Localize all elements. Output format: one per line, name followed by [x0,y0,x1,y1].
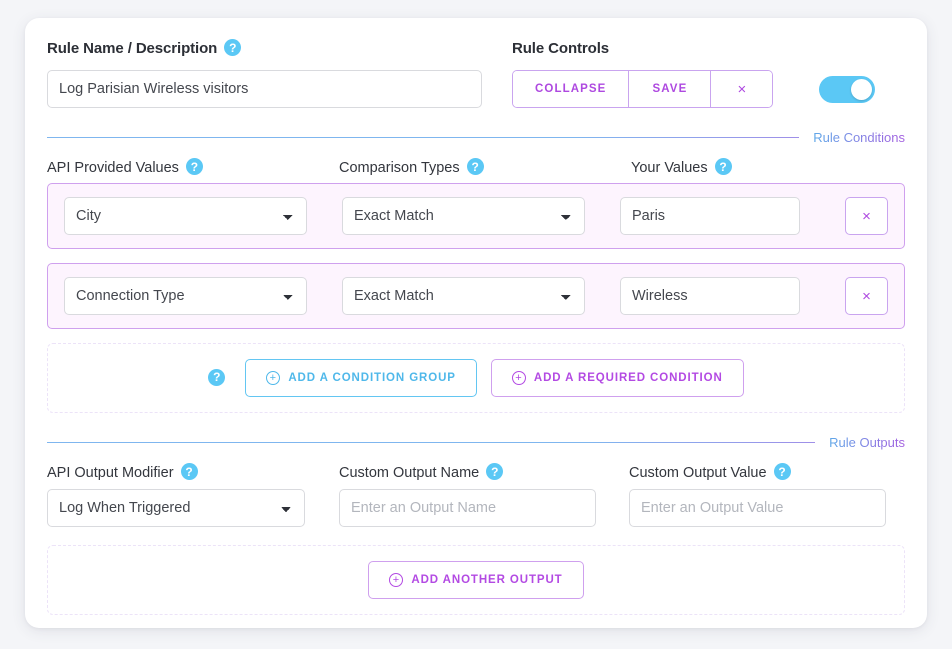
condition-your-value-input[interactable] [620,197,800,235]
rule-controls-section: Rule Controls COLLAPSE SAVE × [512,40,905,108]
divider-line [47,442,816,443]
plus-circle-icon: + [511,371,526,385]
col-head-api-values-label: API Provided Values [47,160,179,176]
close-rule-button[interactable]: × [710,71,773,107]
custom-output-name-wrap [339,489,596,527]
add-required-condition-button[interactable]: + ADD A REQUIRED CONDITION [490,359,744,397]
col-head-your-values: Your Values? [631,158,905,177]
output-column-headers: API Output Modifier? Custom Output Name?… [47,463,905,482]
rule-conditions-title: Rule Conditions [813,130,905,145]
condition-api-value-select[interactable]: Connection Type [64,277,307,315]
add-output-area: + ADD ANOTHER OUTPUT [47,545,905,615]
condition-api-value-wrap: City [64,197,307,235]
save-button[interactable]: SAVE [628,71,711,107]
col-head-api-values: API Provided Values? [47,158,339,177]
rule-builder-card: Rule Name / Description? Rule Controls C… [25,18,927,628]
rule-name-input[interactable] [47,70,482,108]
rule-controls-buttons: COLLAPSE SAVE × [512,70,905,108]
plus-circle-icon: + [266,371,281,385]
col-head-comparison-types-label: Comparison Types [339,160,460,176]
condition-api-value-wrap: Connection Type [64,277,307,315]
delete-condition-button[interactable]: × [845,197,888,235]
rule-outputs-title: Rule Outputs [829,435,905,450]
add-condition-area: ? + ADD A CONDITION GROUP + ADD A REQUIR… [47,343,905,413]
toggle-knob [851,78,873,100]
help-circle-icon[interactable]: ? [224,39,242,57]
condition-comparison-select[interactable]: Exact Match [342,197,585,235]
add-another-output-button[interactable]: + ADD ANOTHER OUTPUT [368,561,584,599]
condition-your-value-wrap [620,197,800,235]
rule-controls-label-row: Rule Controls [512,40,905,58]
help-circle-icon[interactable]: ? [185,158,203,176]
custom-output-value-wrap [629,489,886,527]
condition-comparison-select[interactable]: Exact Match [342,277,585,315]
condition-comparison-select-wrap: Exact Match [342,197,585,235]
plus-circle-icon: + [389,573,404,587]
rule-controls-label: Rule Controls [512,40,610,57]
add-another-output-label: ADD ANOTHER OUTPUT [411,574,563,586]
condition-column-headers: API Provided Values? Comparison Types? Y… [47,158,905,177]
col-head-api-output-modifier: API Output Modifier? [47,463,339,482]
rule-name-label-row: Rule Name / Description? [47,39,482,58]
help-circle-icon[interactable]: ? [714,158,732,176]
rule-name-field-wrap [47,70,482,108]
rule-controls-button-group: COLLAPSE SAVE × [512,70,774,108]
api-output-modifier-wrap: Log When Triggered [47,489,305,527]
rule-name-label: Rule Name / Description [47,40,218,57]
condition-row: Connection Type Exact Match × [47,263,905,329]
add-condition-group-label: ADD A CONDITION GROUP [288,372,456,384]
divider-line [47,137,800,138]
col-head-custom-output-value-label: Custom Output Value [629,465,767,481]
help-circle-icon[interactable]: ? [773,463,791,481]
condition-your-value-wrap [620,277,800,315]
api-output-modifier-select[interactable]: Log When Triggered [47,489,305,527]
col-head-custom-output-name: Custom Output Name? [339,463,629,482]
col-head-custom-output-name-label: Custom Output Name [339,465,480,481]
collapse-button[interactable]: COLLAPSE [513,71,629,107]
rule-enabled-toggle[interactable] [819,75,876,103]
help-circle-icon[interactable]: ? [486,463,504,481]
output-fields-row: Log When Triggered [47,489,905,527]
rule-header-row: Rule Name / Description? Rule Controls C… [47,39,905,108]
col-head-comparison-types: Comparison Types? [339,158,631,177]
condition-comparison-select-wrap: Exact Match [342,277,585,315]
col-head-your-values-label: Your Values [631,160,708,176]
add-required-condition-label: ADD A REQUIRED CONDITION [533,372,723,384]
delete-condition-button[interactable]: × [845,277,888,315]
help-circle-icon[interactable]: ? [208,368,226,386]
custom-output-value-input[interactable] [629,489,886,527]
col-head-api-output-modifier-label: API Output Modifier [47,465,174,481]
rule-conditions-divider: Rule Conditions [47,130,905,145]
rule-name-section: Rule Name / Description? [47,39,482,108]
help-circle-icon[interactable]: ? [180,463,198,481]
condition-your-value-input[interactable] [620,277,800,315]
custom-output-name-input[interactable] [339,489,596,527]
rule-outputs-divider: Rule Outputs [47,435,905,450]
condition-row: City Exact Match × [47,183,905,249]
col-head-custom-output-value: Custom Output Value? [629,463,905,482]
condition-api-value-select[interactable]: City [64,197,307,235]
add-condition-group-button[interactable]: + ADD A CONDITION GROUP [245,359,477,397]
help-circle-icon[interactable]: ? [466,158,484,176]
